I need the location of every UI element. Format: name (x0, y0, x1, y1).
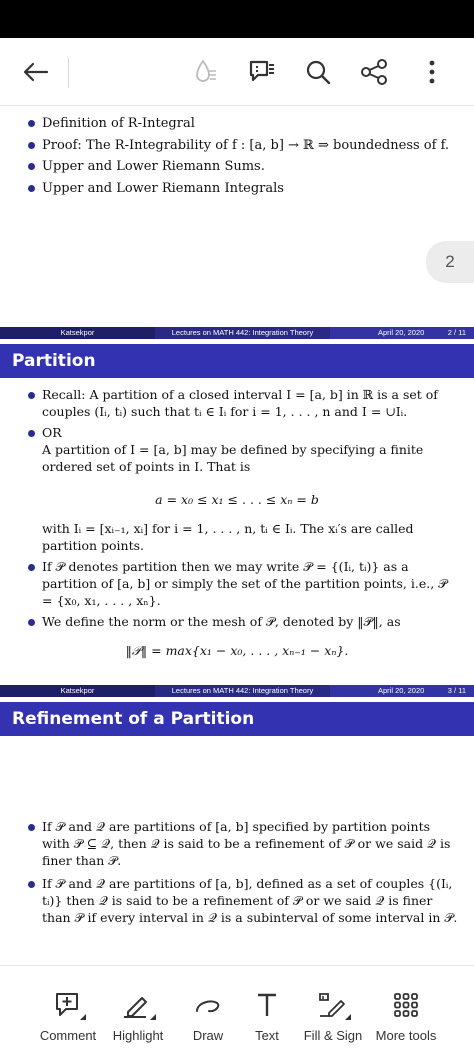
text-tool-button[interactable]: Text (231, 966, 303, 1053)
footer-lecture: Lectures on MATH 442: Integration Theory (155, 685, 330, 697)
beamer-navigation-icons (296, 674, 466, 689)
comment-tool-button[interactable]: Comment (32, 966, 104, 1053)
list-item: OR (0, 424, 474, 441)
footer-author: Katsekpor (0, 327, 155, 339)
page-number-badge: 2 (426, 241, 474, 283)
footer-date: April 20, 2020 (378, 328, 425, 337)
fill-sign-icon (313, 988, 353, 1022)
tool-label: Draw (192, 1028, 224, 1043)
footer-page: 3 / 11 (447, 686, 466, 695)
slide-title: Refinement of a Partition (0, 702, 474, 736)
comments-icon[interactable] (242, 38, 282, 106)
pdf-page-3: Recall: A partition of a closed interval… (0, 386, 474, 689)
footer-page: 2 / 11 (447, 328, 466, 337)
pdf-page-2: Definition of R-Integral Proof: The R-In… (0, 107, 474, 332)
partition-list-2: If 𝒫 denotes partition then we may write… (0, 558, 474, 630)
list-item: Proof: The R-Integrability of f : [a, b]… (0, 135, 474, 157)
read-aloud-icon[interactable] (186, 38, 226, 106)
slide-footer: Katsekpor Lectures on MATH 442: Integrat… (0, 327, 474, 339)
list-item: If 𝒫 and 𝒬 are partitions of [a, b], def… (0, 875, 474, 926)
beamer-navigation-icons (296, 317, 466, 332)
refinement-list: If 𝒫 and 𝒬 are partitions of [a, b] spec… (0, 818, 474, 926)
fill-sign-tool-button[interactable]: Fill & Sign (297, 966, 369, 1053)
highlight-tool-button[interactable]: Highlight (102, 966, 174, 1053)
list-item: Upper and Lower Riemann Sums. (0, 156, 474, 178)
list-item: Recall: A partition of a closed interval… (0, 386, 474, 420)
tool-label: More tools (375, 1028, 437, 1043)
slide-title: Partition (0, 344, 474, 378)
tool-label: Highlight (112, 1028, 164, 1043)
pdf-page-4: If 𝒫 and 𝒬 are partitions of [a, b] spec… (0, 818, 474, 958)
equation: a = x₀ ≤ x₁ ≤ . . . ≤ xₙ = b (155, 492, 319, 507)
text-tool-icon (247, 988, 287, 1022)
slide-footer: Katsekpor Lectures on MATH 442: Integrat… (0, 685, 474, 697)
grid-more-icon (386, 988, 426, 1022)
more-options-icon[interactable] (414, 38, 450, 106)
list-item: If 𝒫 and 𝒬 are partitions of [a, b] spec… (0, 818, 474, 869)
back-arrow-icon[interactable] (16, 38, 56, 106)
tool-label: Fill & Sign (303, 1028, 363, 1043)
status-bar (0, 0, 474, 38)
share-icon[interactable] (354, 38, 394, 106)
draw-squiggle-icon (188, 988, 228, 1022)
comment-add-icon (48, 988, 88, 1022)
footer-author: Katsekpor (0, 685, 155, 697)
tool-label: Comment (39, 1028, 97, 1043)
list-item: We define the norm or the mesh of 𝒫, den… (0, 613, 474, 630)
partition-definition-text: A partition of I = [a, b] may be defined… (42, 442, 424, 474)
list-item: Upper and Lower Riemann Integrals (0, 178, 474, 200)
equation: ‖𝒫‖ = max{x₁ − x₀, . . . , xₙ₋₁ − xₙ}. (125, 643, 349, 658)
search-icon[interactable] (298, 38, 338, 106)
tool-label: Text (255, 1028, 279, 1043)
list-item: If 𝒫 denotes partition then we may write… (0, 558, 474, 609)
footer-date: April 20, 2020 (378, 686, 425, 695)
more-tools-button[interactable]: More tools (370, 966, 442, 1053)
outline-list: Definition of R-Integral Proof: The R-In… (0, 113, 474, 199)
toolbar-divider (68, 58, 69, 88)
top-toolbar (0, 38, 474, 106)
bottom-tool-bar: Comment Highlight Draw Text Fill & Sign (0, 965, 474, 1053)
highlight-pen-icon (118, 988, 158, 1022)
list-item: Definition of R-Integral (0, 113, 474, 135)
footer-lecture: Lectures on MATH 442: Integration Theory (155, 327, 330, 339)
partition-points-text: with Iᵢ = [xᵢ₋₁, xᵢ] for i = 1, . . . , … (42, 521, 414, 553)
partition-list: Recall: A partition of a closed interval… (0, 386, 474, 441)
